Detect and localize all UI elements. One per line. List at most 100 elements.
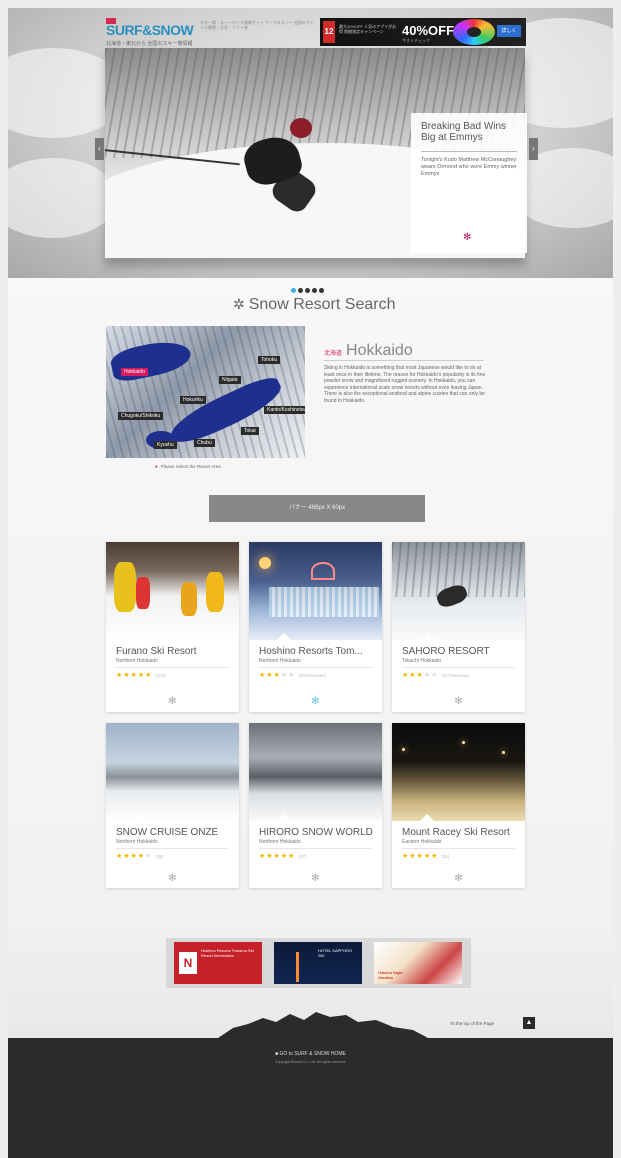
ad-logo-icon: N	[179, 952, 197, 974]
logo-text: SURF&SNOW	[106, 22, 194, 38]
snowflake-icon: ✻	[168, 696, 177, 707]
slider-dot[interactable]	[298, 288, 303, 293]
resort-card[interactable]: Furano Ski Resort Northern Hokkaido ★★★★…	[106, 542, 239, 712]
ad-tile[interactable]: N Hoshino Resorts Tomamu Ski Resort Info…	[174, 942, 262, 984]
ad-disc-icon	[453, 19, 495, 45]
region-name-en: Hokkaido	[346, 342, 413, 359]
logo-subtitle: 北海道・東北から 全国のスキー場情報	[106, 41, 193, 47]
map-caption: ● Please Select the Resort Area	[155, 464, 221, 469]
map-label-tokai[interactable]: Tokai	[241, 427, 259, 435]
resort-photo	[249, 542, 382, 640]
resort-photo	[106, 723, 239, 821]
star-icons: ★★★★	[116, 853, 146, 860]
page-top-arrow-icon[interactable]: ▲	[523, 1017, 535, 1029]
star-icons: ★★★	[259, 672, 281, 679]
resort-photo	[392, 542, 525, 640]
section-title-resort-search: ✲ Snow Resort Search	[233, 296, 395, 314]
resort-photo	[249, 723, 382, 821]
site-tagline: スキー場・スノーボード情報サイト サーフ＆スノー 全国のゲレンデ積雪・天気・リフ…	[200, 20, 314, 30]
star-icons: ★★★★★	[402, 853, 439, 860]
map-label-tohoku[interactable]: Tohoku	[258, 356, 281, 364]
resort-photo	[106, 542, 239, 640]
ad-row: N Hoshino Resorts Tomamu Ski Resort Info…	[166, 938, 471, 988]
skier-figure	[105, 118, 320, 216]
site-logo[interactable]: SURF&SNOW 北海道・東北から 全国のスキー場情報	[106, 18, 201, 50]
resort-area: Tokachi Hokkaido	[402, 658, 442, 664]
snowflake-icon: ✻	[311, 873, 320, 884]
star-icons: ★★★★★	[259, 853, 296, 860]
resort-area: Eastern Hokkaido	[402, 839, 442, 845]
page-top-link[interactable]: To the top of the Page	[450, 1021, 494, 1026]
region-name-jp: 北海道	[324, 351, 343, 357]
snowflake-gear-icon: ✻	[463, 232, 472, 243]
resort-area: Northern Hokkaido	[116, 658, 158, 664]
resort-rating: ★★★★★ (201Reviews)	[259, 672, 326, 679]
resort-area: Northern Hokkaido	[259, 658, 301, 664]
region-heading: 北海道 Hokkaido	[324, 342, 413, 360]
resort-name[interactable]: SNOW CRUISE ONZE	[106, 821, 239, 838]
resort-card[interactable]: Mount Racey Ski Resort Eastern Hokkaido …	[392, 723, 525, 888]
resort-card[interactable]: Hoshino Resorts Tom... Northern Hokkaido…	[249, 542, 382, 712]
resort-area: Northern Hokkaido	[116, 839, 158, 845]
region-divider	[324, 360, 484, 361]
slider-dot[interactable]	[319, 288, 324, 293]
map-label-kanto[interactable]: Kanto/Koshinetsu	[264, 406, 305, 414]
ad-small-text: 最大40%OFF 人気のアプリがお得 期間限定キャンペーン	[339, 24, 397, 34]
ad-button[interactable]: 詳しく	[497, 25, 521, 37]
resort-name[interactable]: Mount Racey Ski Resort	[392, 821, 525, 838]
resort-card[interactable]: HIRORO SNOW WORLD Northern Hokkaido ★★★★…	[249, 723, 382, 888]
resort-name[interactable]: Hoshino Resorts Tom...	[249, 640, 382, 657]
resort-rating: ★★★★★ (37)	[259, 853, 307, 860]
resort-rating: ★★★★★ (52)	[402, 853, 450, 860]
ad-badge: 12	[323, 21, 335, 43]
slider-dot[interactable]	[305, 288, 310, 293]
region-map: Hokkaido Tohoku Niigata Hokuriku Kanto/K…	[106, 326, 305, 458]
slider-caption[interactable]: Breaking Bad Wins Big at Emmys Tonight's…	[411, 113, 527, 253]
slider-divider	[421, 151, 517, 152]
snowflake-icon: ✻	[168, 873, 177, 884]
map-label-hokuriku[interactable]: Hokuriku	[180, 396, 206, 404]
footer: ■ GO to SURF & SNOW HOME Copyright Recru…	[8, 1038, 613, 1158]
resort-photo	[392, 723, 525, 821]
slider-dots	[291, 280, 326, 293]
map-label-hokkaido[interactable]: Hokkaido	[121, 368, 148, 376]
resort-name[interactable]: HIRORO SNOW WORLD	[249, 821, 382, 838]
map-label-chubu[interactable]: Chubu	[194, 439, 215, 447]
map-label-niigata[interactable]: Niigata	[219, 376, 241, 384]
tower-icon	[296, 952, 299, 982]
ad-subtext: 今すぐチェック	[402, 38, 430, 43]
star-icons: ★★★	[402, 672, 424, 679]
ad-tile[interactable]: Hakuba Night Vacation	[374, 942, 462, 984]
section-title-text: Snow Resort Search	[248, 296, 396, 313]
banner-placeholder[interactable]: バナー 468px X 60px	[209, 495, 425, 522]
header-ad-banner[interactable]: 12 最大40%OFF 人気のアプリがお得 期間限定キャンペーン 40%OFF …	[320, 18, 526, 46]
region-description: Skiing in Hokkaido is something that mos…	[324, 365, 486, 404]
snowflake-icon: ✻	[454, 696, 463, 707]
footer-home-link[interactable]: ■ GO to SURF & SNOW HOME	[8, 1051, 613, 1057]
slider-next-button[interactable]: ›	[529, 138, 538, 160]
resort-name[interactable]: SAHORO RESORT	[392, 640, 525, 657]
slider-prev-button[interactable]: ‹	[95, 138, 104, 160]
star-icons: ★★★★★	[116, 672, 153, 679]
slider-dot[interactable]	[291, 288, 296, 293]
resort-rating: ★★★★★ (38)	[116, 853, 164, 860]
map-pin-icon: ●	[155, 464, 158, 469]
slider-title: Breaking Bad Wins Big at Emmys	[421, 121, 507, 143]
gear-icon: ✲	[233, 296, 245, 312]
snowflake-icon: ✻	[454, 873, 463, 884]
resort-rating: ★★★★★ (217Reviews)	[402, 672, 469, 679]
ad-headline: 40%OFF	[402, 23, 455, 38]
resort-name[interactable]: Furano Ski Resort	[106, 640, 239, 657]
snowflake-icon: ✻	[311, 696, 320, 707]
ad-tile[interactable]: HOTEL SAPPORO SKI	[274, 942, 362, 984]
slider-dot[interactable]	[312, 288, 317, 293]
resort-rating: ★★★★★ (102)	[116, 672, 166, 679]
map-label-chugoku-shikoku[interactable]: Chugoku/Shikoku	[118, 412, 164, 420]
page: SURF&SNOW 北海道・東北から 全国のスキー場情報 スキー場・スノーボード…	[8, 8, 613, 1158]
footer-copyright: Copyright Recruit Co., Ltd. All rights r…	[274, 1060, 346, 1064]
map-label-kyushu[interactable]: Kyushu	[154, 441, 177, 449]
resort-card[interactable]: SNOW CRUISE ONZE Northern Hokkaido ★★★★★…	[106, 723, 239, 888]
slider-description: Tonight's Kudo Matthew McConaughey wears…	[421, 157, 517, 177]
resort-area: Northern Hokkaido	[259, 839, 301, 845]
resort-card[interactable]: SAHORO RESORT Tokachi Hokkaido ★★★★★ (217…	[392, 542, 525, 712]
